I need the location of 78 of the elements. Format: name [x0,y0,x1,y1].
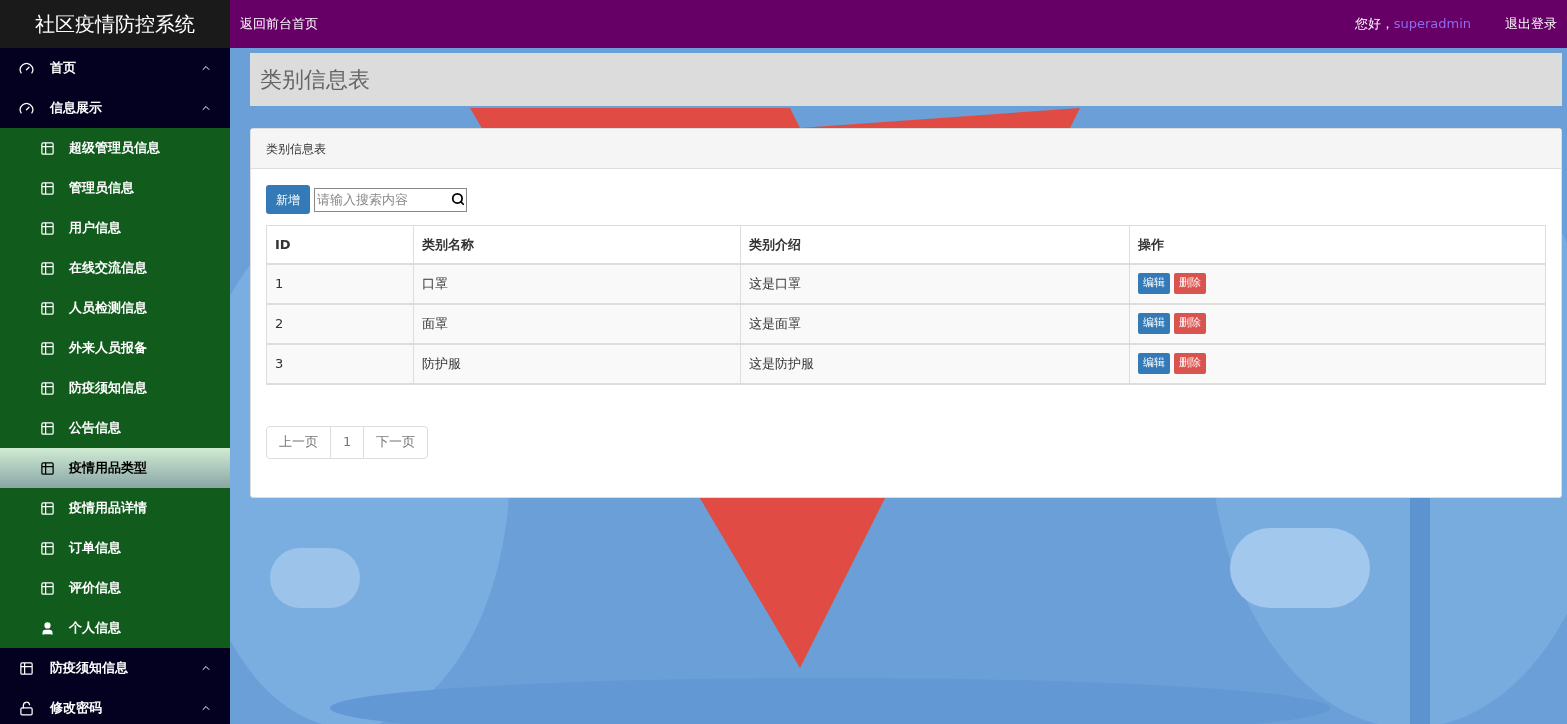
logout-link[interactable]: 退出登录 [1505,14,1557,34]
group-label: 修改密码 [50,699,103,718]
table-cell: 防护服 [413,343,741,384]
sidebar-item[interactable]: 用户信息 [0,208,230,248]
panel-heading: 类别信息表 [251,129,1561,169]
item-label: 人员检测信息 [69,299,147,318]
group-label: 信息展示 [50,99,103,118]
table-cell: 3 [266,343,414,384]
item-label: 个人信息 [69,619,121,638]
sidebar-item[interactable]: 评价信息 [0,568,230,608]
user-icon [40,620,55,636]
sidebar-item[interactable]: 个人信息 [0,608,230,648]
table-cell: 这是口罩 [740,263,1130,304]
table-icon [40,140,55,156]
table-icon [40,340,55,356]
item-label: 外来人员报备 [69,339,147,358]
greeting-text: 您好， [1354,15,1394,34]
item-label: 疫情用品详情 [69,499,147,518]
app-title: 社区疫情防控系统 [0,0,230,48]
sidebar-item[interactable]: 疫情用品类型 [0,448,230,488]
sidebar-item[interactable]: 人员检测信息 [0,288,230,328]
edit-button[interactable]: 编辑 [1138,353,1170,374]
item-label: 管理员信息 [69,179,134,198]
gauge-icon [19,100,34,116]
delete-button[interactable]: 删除 [1174,273,1206,294]
item-label: 在线交流信息 [69,259,147,278]
pagination-button[interactable]: 上一页 [266,425,331,459]
sidebar-item[interactable]: 在线交流信息 [0,248,230,288]
sidebar-item[interactable]: 管理员信息 [0,168,230,208]
table-cell: 这是面罩 [740,303,1130,344]
item-label: 防疫须知信息 [69,379,147,398]
table-icon [40,540,55,556]
table-icon [40,180,55,196]
table-icon [40,420,55,436]
item-label: 疫情用品类型 [69,459,147,478]
table-icon [40,220,55,236]
search-field[interactable]: 请输入搜索内容 [314,187,467,212]
sidebar-item[interactable]: 疫情用品详情 [0,488,230,528]
column-header: 类别介绍 [740,225,1130,264]
item-label: 用户信息 [69,219,121,238]
table-icon [40,380,55,396]
unlock-icon [19,700,34,716]
item-label: 公告信息 [69,419,121,438]
table-icon [19,660,34,676]
table-cell: 1 [266,263,414,304]
sidebar-item[interactable]: 防疫须知信息 [0,368,230,408]
pagination-button[interactable]: 下一页 [363,425,429,459]
pagination-button[interactable]: 1 [330,425,365,459]
page-title: 类别信息表 [250,53,1562,106]
table-icon [40,300,55,316]
delete-button[interactable]: 删除 [1174,353,1206,374]
column-header: ID [266,225,414,264]
item-label: 订单信息 [69,539,121,558]
group-label: 防疫须知信息 [50,659,129,678]
column-header: 类别名称 [413,225,741,264]
sidebar-item[interactable]: 订单信息 [0,528,230,568]
table-icon [40,260,55,276]
table-cell: 面罩 [413,303,741,344]
table-cell: 2 [266,303,414,344]
sidebar-item[interactable]: 外来人员报备 [0,328,230,368]
gauge-icon [19,60,34,76]
table-cell: 这是防护服 [740,343,1130,384]
add-button[interactable]: 新增 [266,185,310,214]
edit-button[interactable]: 编辑 [1138,313,1170,334]
column-header: 操作 [1129,225,1546,264]
group-label: 首页 [50,59,77,78]
search-icon [451,192,465,207]
edit-button[interactable]: 编辑 [1138,273,1170,294]
item-label: 评价信息 [69,579,121,598]
item-label: 超级管理员信息 [69,139,160,158]
home-link[interactable]: 返回前台首页 [240,14,318,34]
sidebar-item[interactable]: 公告信息 [0,408,230,448]
delete-button[interactable]: 删除 [1174,313,1206,334]
table-icon [40,500,55,516]
table-icon [40,580,55,596]
sidebar-item[interactable]: 超级管理员信息 [0,128,230,168]
table-cell: 口罩 [413,263,741,304]
table-icon [40,460,55,476]
